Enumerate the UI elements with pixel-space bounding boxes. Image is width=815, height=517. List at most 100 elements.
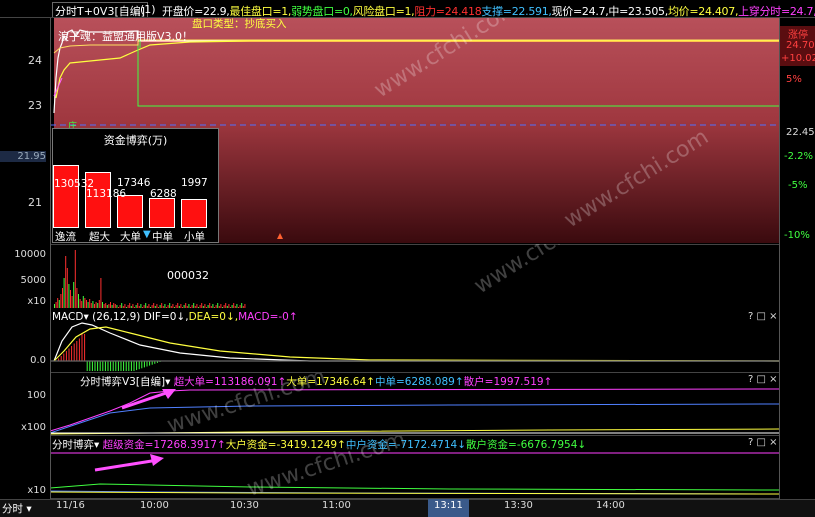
volume-bar	[177, 303, 179, 308]
volume-bar	[110, 302, 111, 308]
bar-large-label: 大单	[120, 231, 141, 243]
volume-bar	[194, 306, 196, 308]
header-value-2: 弱势盘口=0,	[291, 5, 353, 18]
game-title[interactable]: 分时博弈V3[自编]	[80, 376, 165, 388]
right-axis-minus10: -10%	[784, 230, 810, 241]
volume-bar	[81, 301, 83, 308]
volume-bar	[150, 307, 151, 308]
header-value-7: 中=23.505,	[608, 5, 668, 18]
volume-bar	[143, 305, 145, 308]
volume-bar	[142, 307, 143, 308]
volume-bar	[238, 307, 239, 308]
limit-up-price: 24.70	[786, 40, 815, 51]
volume-bar	[102, 302, 103, 308]
volume-bar	[201, 303, 203, 308]
right-axis-prev-close: 22.45	[786, 127, 815, 138]
volume-bar	[215, 305, 217, 308]
volume-bar	[138, 306, 140, 308]
volume-bar	[108, 304, 110, 308]
volume-bar	[166, 307, 167, 308]
bar-small-value: 1997	[181, 177, 208, 189]
bar-super-large-value: 113186	[86, 188, 127, 200]
fund-game-title: 资金博弈(万)	[103, 134, 168, 147]
indicator-selector[interactable]: 分时T+0V3[自编]	[52, 2, 149, 17]
volume-bar	[126, 307, 127, 308]
game-value-2: 中单=6288.089↑	[374, 376, 464, 388]
volume-bar	[209, 303, 211, 308]
volume-bar	[175, 305, 177, 308]
volume-bar	[239, 305, 241, 308]
flow-title-row: 分时博弈▾ 超级资金=17268.3917↑大户资金=-3419.1249↑中户…	[52, 437, 586, 452]
volume-bar	[172, 304, 174, 308]
volume-bar	[212, 304, 214, 308]
volume-bar	[231, 305, 233, 308]
volume-bar	[71, 296, 73, 308]
volume-bar	[222, 307, 223, 308]
volume-bar	[207, 305, 209, 308]
flow-title[interactable]: 分时博弈	[52, 439, 94, 451]
volume-bar	[65, 256, 67, 308]
volume-bar	[116, 305, 118, 308]
limit-up-pct: +10.02%	[781, 53, 815, 64]
flow-value-1: 大户资金=-3419.1249↑	[225, 439, 346, 451]
volume-bar	[164, 304, 166, 308]
volume-bar	[236, 304, 238, 308]
volume-bar	[86, 300, 87, 308]
volume-bar	[202, 306, 204, 308]
volume-bar	[154, 306, 156, 308]
time-label-1000: 10:00	[140, 500, 169, 511]
volume-bar	[60, 294, 62, 308]
volume-bar	[188, 304, 190, 308]
volume-bar	[127, 305, 129, 308]
volume-bar	[97, 303, 99, 308]
volume-bar	[180, 304, 182, 308]
volume-bar	[233, 303, 235, 308]
volume-bar	[87, 302, 89, 308]
flow-line-yellow	[50, 491, 779, 495]
volume-bar	[214, 307, 215, 308]
time-mode-dropdown-icon[interactable]: ▾	[23, 503, 31, 515]
volume-bar	[151, 305, 153, 308]
volume-bar	[130, 306, 132, 308]
left-axis-24: 24	[28, 54, 42, 67]
right-axis-minus5: -5%	[788, 180, 808, 191]
volume-bar	[210, 306, 212, 308]
right-axis-divider	[779, 18, 780, 499]
time-label-1330: 13:30	[504, 500, 533, 511]
flow-dropdown-icon[interactable]: ▾	[94, 439, 99, 451]
limit-up-label: 涨停	[788, 30, 808, 41]
volume-chart: www.cfchi.com	[54, 244, 623, 308]
game-dropdown-icon[interactable]: ▾	[165, 376, 170, 388]
volume-bar	[218, 306, 220, 308]
volume-bar	[132, 304, 134, 308]
volume-bar	[90, 303, 92, 308]
volume-bar	[121, 303, 123, 308]
right-axis-minus2: -2.2%	[784, 151, 814, 162]
game-controls[interactable]: ? □ ×	[748, 374, 778, 385]
macd-chart	[50, 322, 779, 371]
volume-axis-10000: 10000	[14, 249, 46, 260]
volume-bar	[156, 304, 158, 308]
indicator-param: (1)	[140, 3, 156, 16]
volume-bar	[118, 307, 119, 308]
volume-bar	[66, 268, 68, 308]
cursor-marker	[277, 233, 283, 239]
flow-axis-x10: x10	[27, 485, 46, 496]
time-label-1030: 10:30	[230, 500, 259, 511]
volume-bar	[54, 304, 55, 308]
header-value-6: 现价=24.7,	[551, 5, 609, 18]
volume-bar	[68, 284, 70, 308]
volume-bar	[55, 302, 57, 308]
stock-code: 000032	[167, 269, 209, 282]
flow-controls[interactable]: ? □ ×	[748, 437, 778, 448]
volume-bar	[98, 300, 100, 308]
volume-bar	[106, 305, 108, 308]
watermark-main-3: www.cfchi.com	[560, 124, 713, 233]
volume-watermark: www.cfchi.com	[470, 244, 623, 299]
game-values: 超大单=113186.091↑大单=17346.64↑中单=6288.089↑散…	[174, 376, 553, 388]
volume-bar	[206, 307, 207, 308]
macd-controls[interactable]: ? □ ×	[748, 311, 778, 322]
time-mode-selector[interactable]: 分时 ▾	[2, 501, 32, 516]
volume-bar	[89, 299, 91, 308]
game-arrow-shaft	[121, 389, 173, 410]
